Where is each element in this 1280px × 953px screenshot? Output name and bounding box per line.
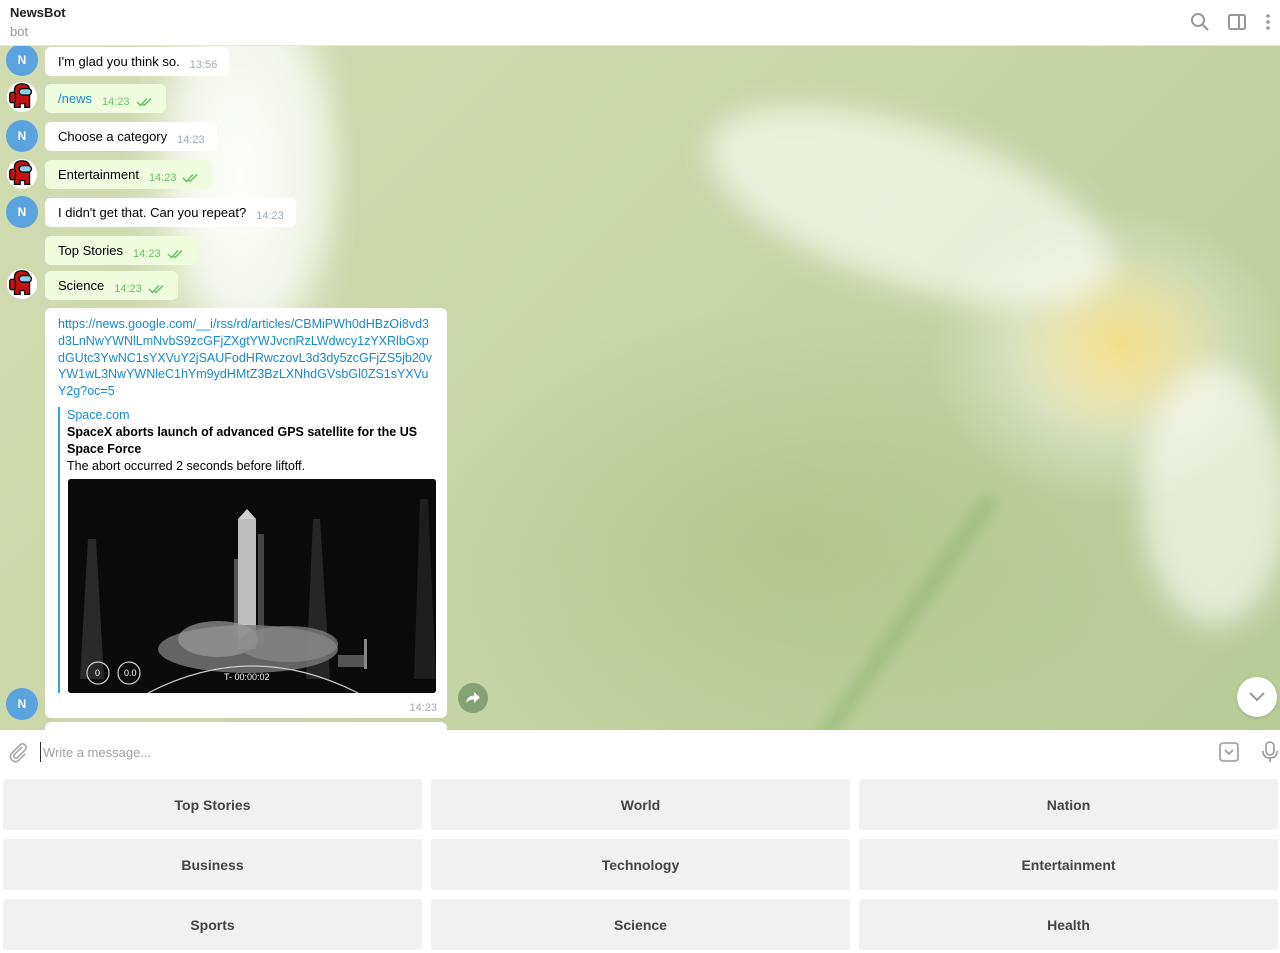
keyboard-button-world[interactable]: World <box>431 779 850 830</box>
preview-title: SpaceX aborts launch of advanced GPS sat… <box>67 425 418 456</box>
keyboard-button-sports[interactable]: Sports <box>3 899 422 950</box>
keyboard-button-business[interactable]: Business <box>3 839 422 890</box>
keyboard-button-nation[interactable]: Nation <box>859 779 1278 830</box>
avatar-initial: N <box>17 53 27 67</box>
keyboard-button-health[interactable]: Health <box>859 899 1278 950</box>
background-stem <box>778 493 998 730</box>
preview-site-name: Space.com <box>67 408 130 422</box>
message-input[interactable] <box>40 742 1190 762</box>
read-check-icon <box>135 97 152 107</box>
avatar[interactable] <box>6 81 38 113</box>
message-time: 14:23 <box>177 134 205 146</box>
avatar-initial: N <box>17 205 27 219</box>
read-check-icon <box>148 284 164 294</box>
among-us-avatar-icon <box>6 158 38 190</box>
message-text: Top Stories <box>58 243 124 258</box>
scroll-down-button[interactable] <box>1237 677 1277 717</box>
launch-countdown: T- 00:00:02 <box>224 672 270 682</box>
read-check-icon <box>167 249 183 259</box>
message-time: 14:23 <box>101 96 130 108</box>
message-incoming[interactable]: I didn't get that. Can you repeat? 14:23 <box>45 198 296 227</box>
more-icon[interactable] <box>1262 12 1274 32</box>
message-link-preview[interactable]: https://news.google.com/__i/rss/rd/artic… <box>45 308 447 718</box>
preview-description: The abort occurred 2 seconds before lift… <box>67 459 306 473</box>
telemetry-altitude: 0.0 <box>124 668 137 678</box>
read-check-icon <box>182 173 198 183</box>
message-text: I didn't get that. Can you repeat? <box>58 205 247 220</box>
preview-image[interactable]: 0 0.0 T- 00:00:02 <box>68 479 436 693</box>
chat-title[interactable]: NewsBot <box>10 5 66 20</box>
avatar-initial: N <box>17 129 27 143</box>
message-outgoing[interactable]: /news 14:23 <box>45 84 166 113</box>
chat-status: bot <box>10 24 29 39</box>
message-text: Entertainment <box>58 167 139 182</box>
avatar[interactable] <box>6 268 38 300</box>
message-text: Science <box>58 278 105 293</box>
chevron-down-icon <box>1249 692 1265 702</box>
avatar[interactable]: N <box>6 120 38 152</box>
bot-command-icon[interactable] <box>1217 740 1241 764</box>
message-time: 13:56 <box>189 59 218 71</box>
keyboard-button-technology[interactable]: Technology <box>431 839 850 890</box>
rocket-launch-image <box>68 479 436 693</box>
message-time: 14:23 <box>133 248 161 260</box>
message-time: 14:23 <box>148 172 177 184</box>
avatar[interactable]: N <box>6 46 38 76</box>
message-incoming-partial <box>45 722 447 730</box>
chat-header: NewsBot bot <box>0 0 1280 46</box>
avatar-initial: N <box>17 697 27 711</box>
attach-icon[interactable] <box>6 740 30 764</box>
among-us-avatar-icon <box>6 81 38 113</box>
message-text: I'm glad you think so. <box>58 54 180 69</box>
message-text: Choose a category <box>58 129 168 144</box>
article-url-link[interactable]: https://news.google.com/__i/rss/rd/artic… <box>58 316 434 400</box>
telemetry-speed: 0 <box>95 668 101 678</box>
bot-reply-keyboard: Top Stories World Nation Business Techno… <box>0 774 1280 953</box>
among-us-avatar-icon <box>6 268 38 300</box>
avatar[interactable]: N <box>6 196 38 228</box>
message-composer <box>0 730 1280 774</box>
microphone-icon[interactable] <box>1258 740 1280 764</box>
share-icon <box>466 692 480 703</box>
background-petal <box>685 65 1135 347</box>
message-outgoing[interactable]: Science 14:23 <box>45 271 178 300</box>
message-time: 14:23 <box>409 702 437 714</box>
message-incoming[interactable]: I'm glad you think so. 13:56 <box>45 47 230 76</box>
message-outgoing[interactable]: Top Stories 14:23 <box>45 236 197 265</box>
background-petal <box>1140 366 1280 626</box>
link-preview[interactable]: Space.com SpaceX aborts launch of advanc… <box>58 407 436 693</box>
share-button[interactable] <box>458 683 488 713</box>
keyboard-button-top-stories[interactable]: Top Stories <box>3 779 422 830</box>
sidebar-toggle-icon[interactable] <box>1227 12 1247 32</box>
message-time: 14:23 <box>114 283 142 295</box>
keyboard-button-entertainment[interactable]: Entertainment <box>859 839 1278 890</box>
message-outgoing[interactable]: Entertainment 14:23 <box>45 160 213 189</box>
avatar[interactable]: N <box>6 688 38 720</box>
avatar[interactable] <box>6 158 38 190</box>
message-incoming[interactable]: Choose a category 14:23 <box>45 122 217 151</box>
message-time: 14:23 <box>256 210 284 222</box>
keyboard-button-science[interactable]: Science <box>431 899 850 950</box>
chat-history[interactable]: N I'm glad you think so. 13:56 /news 14:23… <box>0 46 1280 730</box>
bot-command-link[interactable]: /news <box>58 90 92 108</box>
search-icon[interactable] <box>1190 12 1210 32</box>
